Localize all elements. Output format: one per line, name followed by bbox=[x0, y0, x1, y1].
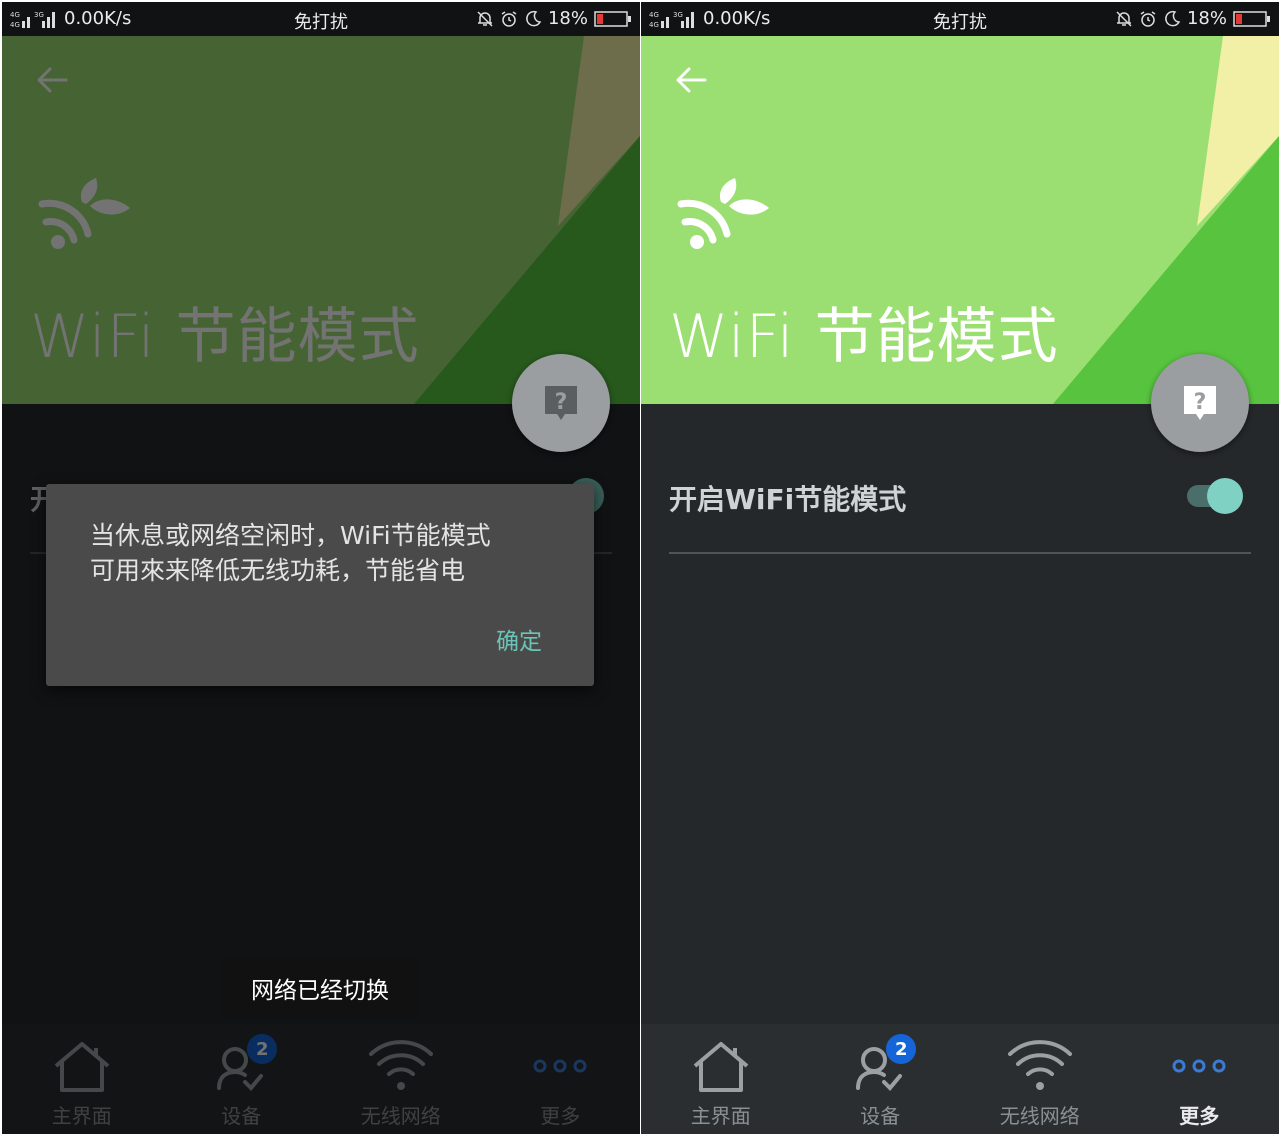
battery-icon bbox=[1233, 10, 1270, 27]
tab-wireless[interactable]: 无线网络 bbox=[960, 1024, 1120, 1134]
screen-with-dialog: 4G 4G 3G 0.00K/s 免打扰 18% ? 当休息或网络空闲时，WiF… bbox=[2, 2, 640, 1134]
do-not-disturb-label: 免打扰 bbox=[294, 12, 348, 33]
home-icon bbox=[693, 1042, 749, 1092]
tab-home[interactable]: 主界面 bbox=[641, 1024, 801, 1134]
tab-more[interactable]: 更多 bbox=[1120, 1024, 1280, 1134]
info-dialog: 当休息或网络空闲时，WiFi节能模式 可用來来降低无线功耗，节能省电 确定 bbox=[46, 484, 594, 686]
mute-bell-icon bbox=[477, 10, 493, 27]
toast: 网络已经切换 bbox=[220, 958, 420, 1018]
help-question-icon: ? bbox=[545, 386, 577, 420]
dialog-message: 当休息或网络空闲时，WiFi节能模式 可用來来降低无线功耗，节能省电 bbox=[90, 521, 491, 585]
more-icon bbox=[1172, 1059, 1226, 1073]
moon-icon bbox=[1165, 10, 1181, 26]
battery-percent: 18% bbox=[547, 8, 588, 29]
alarm-icon bbox=[501, 10, 517, 27]
header: WiFi 节能模式 bbox=[641, 36, 1279, 404]
status-bar: 4G 4G 3G 0.00K/s 免打扰 18% bbox=[2, 2, 640, 36]
svg-text:?: ? bbox=[1194, 390, 1207, 415]
screen-normal: 4G 4G 3G 0.00K/s 免打扰 18% WiFi 节能模式 ? 开启W… bbox=[641, 2, 1279, 1134]
wifi-icon bbox=[1007, 1040, 1072, 1090]
svg-text:?: ? bbox=[555, 390, 568, 415]
battery-percent: 18% bbox=[1186, 8, 1227, 29]
wifi-leaf-logo-icon bbox=[677, 178, 769, 249]
bottom-tab-bar: 主界面 2 设备 无线网络 更多 bbox=[641, 1024, 1279, 1134]
tab-devices[interactable]: 2 设备 bbox=[801, 1024, 961, 1134]
setting-label: 开启WiFi节能模式 bbox=[669, 483, 907, 516]
page-title: WiFi 节能模式 bbox=[669, 302, 1059, 372]
battery-icon bbox=[594, 10, 631, 27]
help-button[interactable]: ? bbox=[1151, 354, 1249, 452]
mute-bell-icon bbox=[1116, 10, 1132, 27]
help-question-icon: ? bbox=[1184, 386, 1216, 420]
divider bbox=[669, 552, 1251, 554]
power-save-setting-row[interactable]: 开启WiFi节能模式 bbox=[669, 468, 1251, 524]
back-arrow-icon[interactable] bbox=[671, 60, 711, 100]
alarm-icon bbox=[1140, 10, 1156, 27]
help-button[interactable]: ? bbox=[512, 354, 610, 452]
moon-icon bbox=[526, 10, 542, 26]
status-bar: 4G 4G 3G 0.00K/s 免打扰 18% bbox=[641, 2, 1279, 36]
power-save-toggle[interactable] bbox=[1185, 476, 1243, 514]
do-not-disturb-label: 免打扰 bbox=[933, 12, 987, 33]
dialog-confirm-button[interactable]: 确定 bbox=[496, 622, 542, 656]
